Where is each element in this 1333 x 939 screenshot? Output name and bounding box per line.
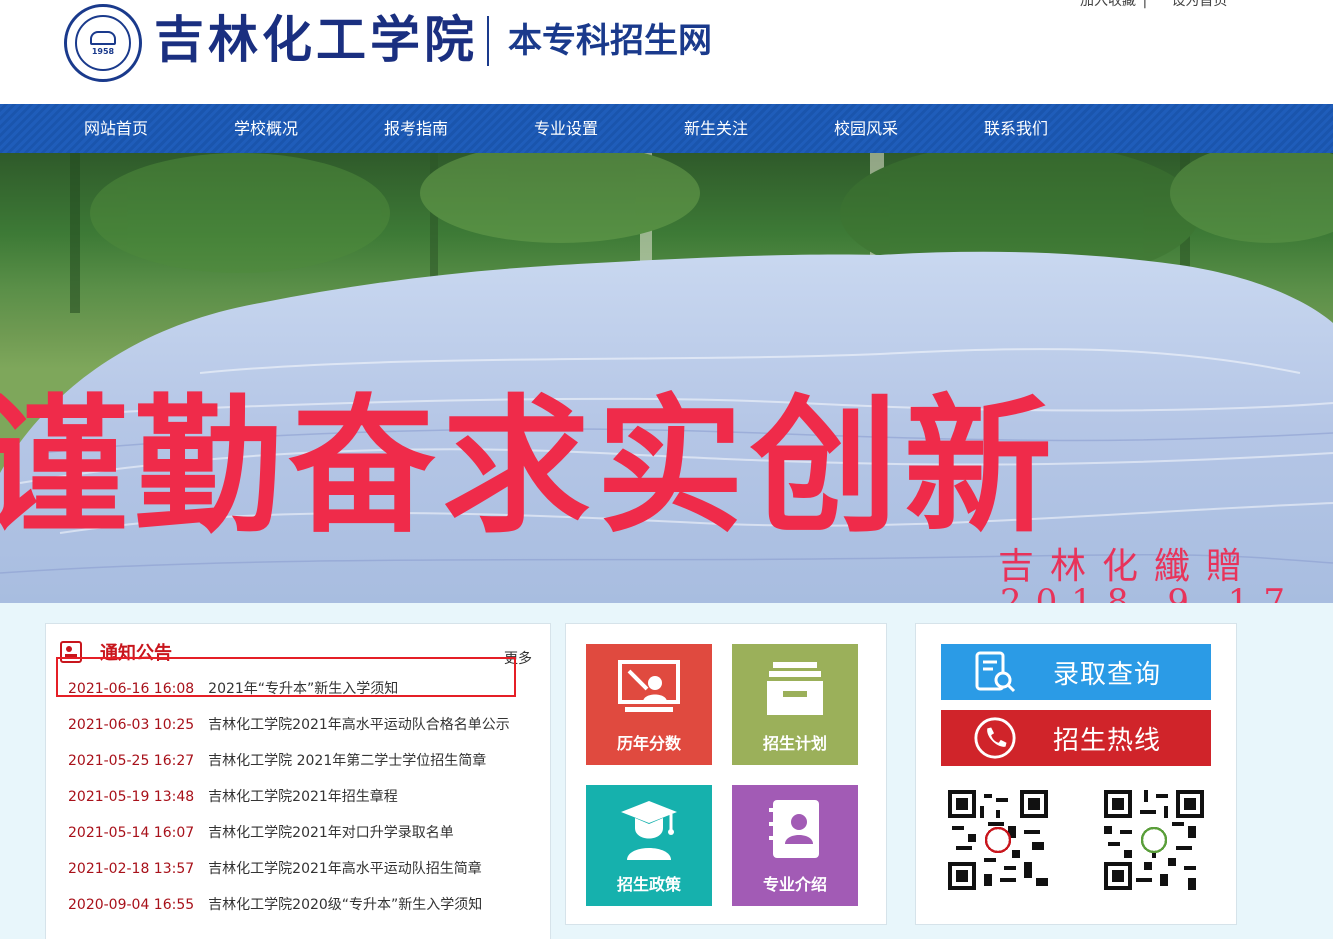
contact-book-icon [760, 797, 830, 861]
side-panel: 录取查询 招生热线 [915, 623, 1237, 925]
notice-link[interactable]: 吉林化工学院 2021年第二学士学位招生简章 [208, 753, 486, 769]
notice-item[interactable]: 2021-06-16 16:08 2021年“专升本”新生入学须知 [68, 671, 538, 707]
notice-item[interactable]: 2021-05-25 16:27 吉林化工学院 2021年第二学士学位招生简章 [68, 743, 538, 779]
nav-item-guide[interactable]: 报考指南 [384, 104, 448, 153]
graduate-icon [614, 797, 684, 861]
notice-date: 2021-06-16 16:08 [68, 681, 195, 697]
tile-major-intro[interactable]: 专业介绍 [732, 785, 858, 906]
admission-query-label: 录取查询 [1053, 659, 1162, 690]
rock-signature: 吉林化纖贈 [998, 546, 1258, 587]
qr-code-icon [1104, 790, 1204, 890]
qr-code-icon [948, 790, 1048, 890]
notice-link[interactable]: 吉林化工学院2020级“专升本”新生入学须知 [208, 897, 482, 913]
notice-board-icon [60, 641, 82, 663]
notice-title: 通知公告 [100, 643, 172, 664]
main-nav: 网站首页 学校概况 报考指南 专业设置 新生关注 校园风采 联系我们 [0, 104, 1333, 153]
notice-link[interactable]: 吉林化工学院2021年高水平运动队合格名单公示 [208, 717, 510, 733]
notice-item[interactable]: 2021-06-03 10:25 吉林化工学院2021年高水平运动队合格名单公示 [68, 707, 538, 743]
notice-list: 2021-06-16 16:08 2021年“专升本”新生入学须知 2021-06… [68, 671, 538, 923]
notice-date: 2021-05-25 16:27 [68, 753, 195, 769]
phone-icon [973, 716, 1017, 760]
hotline-button[interactable]: 招生热线 [941, 710, 1211, 766]
banner-rock-illustration: 谨勤奋求实创新 吉林化纖贈 2018.9.17 [0, 153, 1333, 603]
top-links: 加入收藏 | 设为首页 [1080, 0, 1229, 10]
nav-item-home[interactable]: 网站首页 [84, 104, 148, 153]
content-area: 通知公告 更多 2021-06-16 16:08 2021年“专升本”新生入学须知… [0, 603, 1333, 939]
seal-year: 1958 [91, 46, 115, 56]
rock-inscription: 谨勤奋求实创新 [0, 379, 1058, 553]
nav-item-majors[interactable]: 专业设置 [534, 104, 598, 153]
notice-link[interactable]: 2021年“专升本”新生入学须知 [208, 681, 398, 697]
nav-item-freshmen[interactable]: 新生关注 [684, 104, 748, 153]
qr-code-wechat [948, 790, 1048, 890]
school-name-logo[interactable]: 吉林化工学院 [154, 8, 478, 72]
header-divider [487, 16, 489, 66]
building-icon [90, 30, 116, 45]
notice-item[interactable]: 2020-09-04 16:55 吉林化工学院2020级“专升本”新生入学须知 [68, 887, 538, 923]
top-link-separator: | [1142, 0, 1148, 9]
notice-item[interactable]: 2021-05-19 13:48 吉林化工学院2021年招生章程 [68, 779, 538, 815]
notice-link[interactable]: 吉林化工学院2021年招生章程 [208, 789, 398, 805]
notice-item[interactable]: 2021-05-14 16:07 吉林化工学院2021年对口升学录取名单 [68, 815, 538, 851]
notice-date: 2021-06-03 10:25 [68, 717, 195, 733]
quick-links-panel: 历年分数 招生计划 招生政策 专业介绍 [565, 623, 887, 925]
add-favorite-link[interactable]: 加入收藏 [1080, 0, 1136, 9]
site-name: 本专科招生网 [508, 21, 712, 61]
tile-enrollment-plan[interactable]: 招生计划 [732, 644, 858, 765]
notice-more-link[interactable]: 更多 [504, 648, 532, 668]
rock-date: 2018.9.17 [1000, 582, 1299, 603]
notice-date: 2021-05-19 13:48 [68, 789, 195, 805]
nav-item-about[interactable]: 学校概况 [234, 104, 298, 153]
hotline-label: 招生热线 [1053, 725, 1162, 756]
tile-label: 招生计划 [762, 734, 827, 753]
tile-label: 招生政策 [616, 875, 681, 894]
nav-item-contact[interactable]: 联系我们 [984, 104, 1048, 153]
presentation-icon [614, 656, 684, 720]
tile-past-scores[interactable]: 历年分数 [586, 644, 712, 765]
set-homepage-link[interactable]: 设为首页 [1171, 0, 1227, 9]
notice-link[interactable]: 吉林化工学院2021年对口升学录取名单 [208, 825, 454, 841]
banner-image[interactable]: 谨勤奋求实创新 吉林化纖贈 2018.9.17 [0, 153, 1333, 603]
notice-panel: 通知公告 更多 2021-06-16 16:08 2021年“专升本”新生入学须知… [45, 623, 551, 939]
notice-date: 2021-05-14 16:07 [68, 825, 195, 841]
tile-label: 专业介绍 [762, 875, 827, 894]
site-header: 1958 吉林化工学院 本专科招生网 加入收藏 | 设为首页 [0, 0, 1333, 104]
tile-label: 历年分数 [616, 734, 681, 753]
archive-box-icon [760, 656, 830, 720]
qr-code-weibo [1104, 790, 1204, 890]
notice-link[interactable]: 吉林化工学院2021年高水平运动队招生简章 [208, 861, 482, 877]
notice-date: 2021-02-18 13:57 [68, 861, 195, 877]
nav-item-campus[interactable]: 校园风采 [834, 104, 898, 153]
notice-item[interactable]: 2021-02-18 13:57 吉林化工学院2021年高水平运动队招生简章 [68, 851, 538, 887]
notice-header: 通知公告 [60, 638, 172, 666]
tile-enrollment-policy[interactable]: 招生政策 [586, 785, 712, 906]
school-seal-logo[interactable]: 1958 [64, 4, 142, 82]
notice-date: 2020-09-04 16:55 [68, 897, 195, 913]
admission-query-button[interactable]: 录取查询 [941, 644, 1211, 700]
document-search-icon [973, 650, 1017, 694]
